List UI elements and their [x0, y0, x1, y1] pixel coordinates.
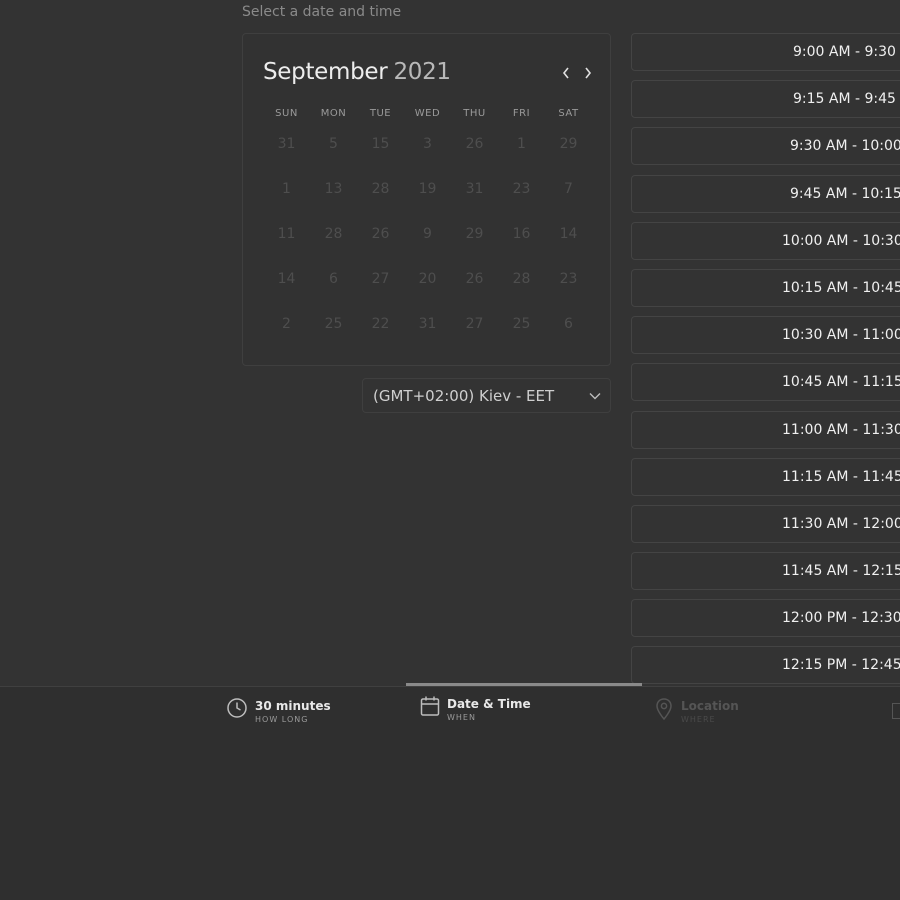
step-title: Date & Time	[447, 697, 531, 711]
calendar-title: September 2021	[263, 59, 451, 85]
calendar-day: 25	[512, 316, 531, 332]
calendar-day: 25	[324, 316, 343, 332]
section-heading: Select a date and time	[242, 4, 402, 20]
calendar-day: 9	[423, 226, 432, 242]
calendar-day: 15	[371, 136, 390, 152]
calendar-day: 23	[512, 181, 531, 197]
weekday-label: MON	[320, 108, 347, 119]
calendar-day: 13	[324, 181, 343, 197]
calendar: September 2021 SUN MON TUE WED THU FRI SA…	[242, 33, 611, 366]
calendar-day: 14	[277, 271, 296, 287]
step-date-time[interactable]: Date & Time WHEN	[420, 695, 531, 722]
calendar-day: 3	[423, 136, 432, 152]
time-slot-button[interactable]: 9:00 AM - 9:30 AM	[631, 33, 900, 71]
calendar-day: 28	[512, 271, 531, 287]
calendar-day: 14	[559, 226, 578, 242]
time-slot-button[interactable]: 12:00 PM - 12:30 PM	[631, 599, 900, 638]
weekday-label: SAT	[558, 108, 579, 119]
time-slot-button[interactable]: 10:15 AM - 10:45 AM	[631, 268, 900, 307]
time-slot-button[interactable]: 12:15 PM - 12:45 PM	[631, 646, 900, 685]
chevron-down-icon	[589, 393, 601, 400]
calendar-day: 1	[282, 181, 291, 197]
time-slot-button[interactable]: 11:00 AM - 11:30 AM	[631, 410, 900, 449]
calendar-week: 14 6 27 20 26 28 23	[263, 265, 593, 310]
calendar-day: 22	[371, 316, 390, 332]
calendar-day: 28	[371, 181, 390, 197]
calendar-day: 7	[564, 181, 573, 197]
calendar-day: 23	[559, 271, 578, 287]
calendar-day: 11	[277, 226, 296, 242]
time-slot-button[interactable]: 9:45 AM - 10:15 AM	[631, 174, 900, 213]
location-pin-icon	[656, 698, 672, 721]
weekday-header: SUN MON TUE WED THU FRI SAT	[263, 108, 593, 119]
next-month-button[interactable]	[579, 62, 597, 84]
chevron-right-icon	[585, 67, 592, 79]
step-subtitle: WHEN	[447, 713, 476, 722]
time-slot-list: 9:00 AM - 9:30 AM 9:15 AM - 9:45 AM 9:30…	[631, 33, 900, 694]
time-slot-button[interactable]: 9:30 AM - 10:00 AM	[631, 127, 900, 166]
calendar-day: 16	[512, 226, 531, 242]
calendar-day: 6	[329, 271, 338, 287]
time-slot-button[interactable]: 10:45 AM - 11:15 AM	[631, 363, 900, 402]
calendar-day: 5	[329, 136, 338, 152]
calendar-day: 2	[282, 316, 291, 332]
step-subtitle: WHERE	[681, 715, 716, 724]
calendar-day: 19	[418, 181, 437, 197]
time-slot-button[interactable]: 11:45 AM - 12:15 PM	[631, 552, 900, 591]
step-progress-indicator	[406, 683, 642, 686]
time-slot-button[interactable]: 11:15 AM - 11:45 AM	[631, 457, 900, 496]
calendar-day: 31	[277, 136, 296, 152]
calendar-day: 29	[559, 136, 578, 152]
calendar-day: 26	[465, 136, 484, 152]
weekday-label: SUN	[275, 108, 298, 119]
weekday-label: TUE	[369, 108, 392, 119]
calendar-day: 6	[564, 316, 573, 332]
calendar-day: 27	[371, 271, 390, 287]
step-location[interactable]: Location WHERE	[654, 697, 739, 724]
calendar-day: 31	[465, 181, 484, 197]
calendar-day: 29	[465, 226, 484, 242]
weekday-label: THU	[463, 108, 486, 119]
next-step-icon	[892, 703, 900, 719]
step-title: Location	[681, 699, 739, 713]
calendar-day: 20	[418, 271, 437, 287]
time-slot-button[interactable]: 11:30 AM - 12:00 PM	[631, 504, 900, 543]
clock-icon	[227, 698, 247, 718]
timezone-select[interactable]: (GMT+02:00) Kiev - EET	[362, 378, 611, 413]
calendar-month: September	[263, 59, 388, 85]
calendar-day: 26	[465, 271, 484, 287]
calendar-year: 2021	[393, 59, 451, 85]
calendar-days-grid: 31 5 15 3 26 1 29 1 13 28 19 31 23 7 11 …	[263, 130, 593, 355]
step-duration[interactable]: 30 minutes HOW LONG	[226, 697, 331, 724]
step-title: 30 minutes	[255, 699, 331, 713]
time-slot-button[interactable]: 9:15 AM - 9:45 AM	[631, 80, 900, 119]
step-subtitle: HOW LONG	[255, 715, 309, 724]
previous-month-button[interactable]	[557, 62, 575, 84]
weekday-label: WED	[414, 108, 441, 119]
booking-page: Select a date and time September 2021 SUN…	[0, 0, 900, 900]
time-slot-button[interactable]: 10:00 AM - 10:30 AM	[631, 221, 900, 260]
calendar-day: 31	[418, 316, 437, 332]
calendar-week: 1 13 28 19 31 23 7	[263, 175, 593, 220]
calendar-day: 26	[371, 226, 390, 242]
weekday-label: FRI	[512, 108, 531, 119]
calendar-week: 31 5 15 3 26 1 29	[263, 130, 593, 175]
calendar-day: 1	[517, 136, 526, 152]
calendar-week: 2 25 22 31 27 25 6	[263, 310, 593, 355]
calendar-week: 11 28 26 9 29 16 14	[263, 220, 593, 265]
time-slot-button[interactable]: 10:30 AM - 11:00 AM	[631, 316, 900, 355]
calendar-day: 28	[324, 226, 343, 242]
calendar-day: 27	[465, 316, 484, 332]
calendar-icon	[420, 696, 440, 716]
timezone-value: (GMT+02:00) Kiev - EET	[373, 386, 555, 405]
chevron-left-icon	[562, 67, 569, 79]
